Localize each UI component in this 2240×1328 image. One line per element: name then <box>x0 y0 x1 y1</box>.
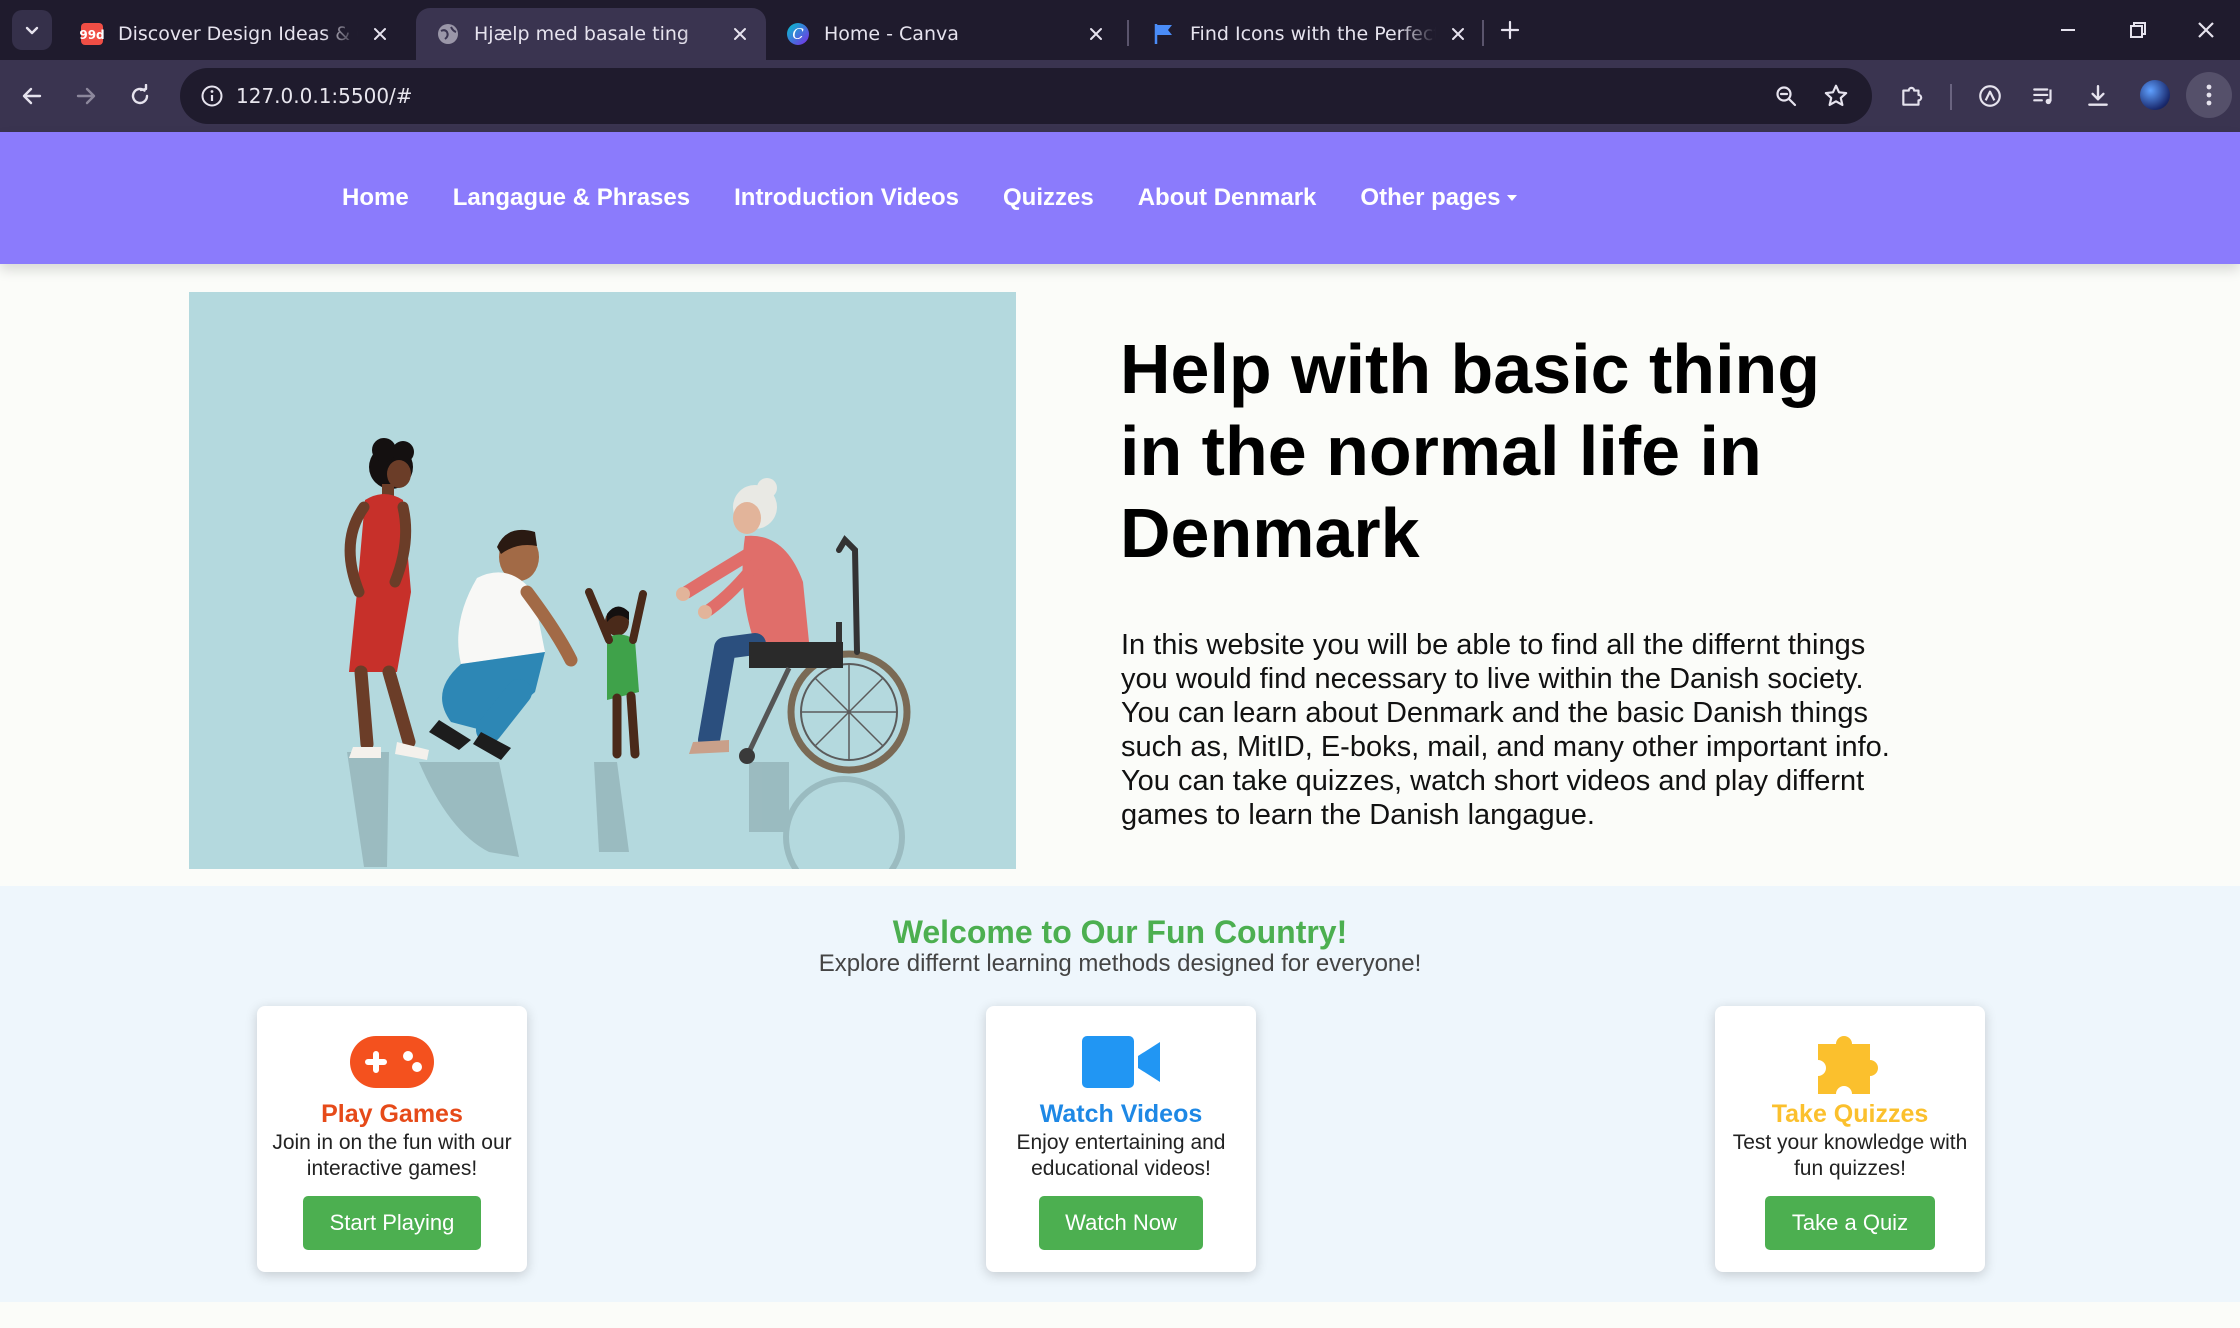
tab-close-icon[interactable] <box>726 20 754 48</box>
browser-tab-99designs[interactable]: 99d Discover Design Ideas & Graphi <box>60 8 406 60</box>
features-subtitle: Explore differnt learning methods design… <box>818 950 1422 977</box>
reload-icon <box>131 84 149 105</box>
address-bar[interactable]: 127.0.0.1:5500/# <box>180 68 1872 124</box>
tab-separator <box>1127 20 1129 46</box>
speed-icon <box>1979 85 2001 107</box>
watch-now-button[interactable]: Watch Now <box>1039 1196 1203 1250</box>
minimize-icon <box>2061 29 2075 31</box>
nav-home[interactable]: Home <box>342 184 409 212</box>
hero-description: In this website you will be able to find… <box>1121 629 1890 831</box>
family-illustration <box>189 292 1016 869</box>
svg-text:C: C <box>792 25 804 43</box>
features-section: Welcome to Our Fun Country! Explore diff… <box>0 886 2240 1302</box>
minimize-button[interactable] <box>2046 8 2090 52</box>
arrow-right-icon <box>76 87 96 105</box>
caret-down-icon <box>1507 195 1518 201</box>
card-title: Watch Videos <box>1039 1100 1203 1128</box>
browser-tab-active[interactable]: Hjælp med basale ting <box>416 8 766 60</box>
features-title: Welcome to Our Fun Country! <box>892 914 1348 950</box>
nav-about-denmark[interactable]: About Denmark <box>1138 184 1317 212</box>
tab-title: Discover Design Ideas & Graphi <box>118 23 358 45</box>
hero-title: Help with basic thing in the normal life… <box>1120 330 1821 572</box>
site-navbar: Home Langague & Phrases Introduction Vid… <box>0 132 2240 264</box>
forward-button[interactable] <box>64 74 108 118</box>
playlist-icon <box>2033 88 2052 105</box>
99designs-icon: 99d <box>80 23 104 45</box>
tab-title: Hjælp med basale ting <box>474 23 689 45</box>
performance-button[interactable] <box>1968 74 2012 118</box>
video-camera-icon <box>986 1036 1256 1096</box>
svg-text:99d: 99d <box>80 28 104 42</box>
download-icon <box>2088 85 2108 106</box>
card-watch-videos: Watch Videos Enjoy entertaining and educ… <box>986 1006 1256 1272</box>
tab-close-icon[interactable] <box>1444 20 1472 48</box>
tab-title: Find Icons with the Perfect Look <box>1190 23 1436 45</box>
star-icon <box>1824 84 1848 107</box>
start-playing-button[interactable]: Start Playing <box>303 1196 481 1250</box>
nav-links: Home Langague & Phrases Introduction Vid… <box>342 132 1518 264</box>
gamepad-icon <box>257 1036 527 1096</box>
card-take-quizzes: Take Quizzes Test your knowledge with fu… <box>1715 1006 1985 1272</box>
nav-quizzes[interactable]: Quizzes <box>1003 184 1094 212</box>
reload-button[interactable] <box>118 74 162 118</box>
tab-separator <box>1482 20 1484 46</box>
close-icon <box>2198 22 2214 38</box>
toolbar-separator <box>1950 84 1952 110</box>
tab-search-button[interactable] <box>12 10 52 50</box>
chevron-down-icon <box>25 26 39 35</box>
zoom-icon <box>1776 86 1797 107</box>
downloads-button[interactable] <box>2076 74 2120 118</box>
card-description: Enjoy entertaining and educational video… <box>1016 1131 1226 1180</box>
more-vertical-icon <box>2206 84 2212 106</box>
nav-introduction-videos[interactable]: Introduction Videos <box>734 184 959 212</box>
restore-button[interactable] <box>2116 8 2160 52</box>
back-button[interactable] <box>10 74 54 118</box>
card-title: Take Quizzes <box>1771 1100 1929 1128</box>
browser-tab-canva[interactable]: C Home - Canva <box>766 8 1122 60</box>
card-description: Join in on the fun with our interactive … <box>272 1131 512 1180</box>
zoom-button[interactable] <box>1766 76 1806 116</box>
plus-icon <box>1500 20 1520 40</box>
nav-other-pages-label: Other pages <box>1360 184 1501 211</box>
site-info-button[interactable] <box>192 76 232 116</box>
browser-menu-button[interactable] <box>2186 72 2232 118</box>
card-title: Play Games <box>321 1100 463 1128</box>
info-icon <box>201 85 223 107</box>
media-controls-button[interactable] <box>2022 74 2066 118</box>
card-play-games: Play Games Join in on the fun with our i… <box>257 1006 527 1272</box>
nav-language-phrases[interactable]: Langague & Phrases <box>453 184 690 212</box>
new-tab-button[interactable] <box>1494 14 1526 46</box>
browser-tab-icons[interactable]: Find Icons with the Perfect Look <box>1132 8 1484 60</box>
puzzle-icon <box>1715 1026 1985 1098</box>
arrow-left-icon <box>22 87 42 105</box>
card-description: Test your knowledge with fun quizzes! <box>1732 1131 1968 1180</box>
nav-other-pages-dropdown[interactable]: Other pages <box>1360 184 1518 212</box>
browser-toolbar: 127.0.0.1:5500/# <box>0 60 2240 132</box>
url-text: 127.0.0.1:5500/# <box>236 84 413 108</box>
take-a-quiz-button[interactable]: Take a Quiz <box>1765 1196 1935 1250</box>
globe-icon <box>438 24 458 44</box>
bookmark-button[interactable] <box>1816 76 1856 116</box>
tab-close-icon[interactable] <box>366 20 394 48</box>
tab-title: Home - Canva <box>824 23 959 45</box>
flag-icon <box>1154 24 1172 44</box>
close-window-button[interactable] <box>2184 8 2228 52</box>
profile-avatar[interactable] <box>2140 80 2170 110</box>
tab-close-icon[interactable] <box>1082 20 1110 48</box>
restore-icon <box>2130 22 2146 38</box>
puzzle-outline-icon <box>1902 86 1923 106</box>
extensions-button[interactable] <box>1890 74 1934 118</box>
canva-icon: C <box>787 23 809 45</box>
browser-tab-strip: 99d Discover Design Ideas & Graphi Hjælp… <box>0 0 2240 60</box>
